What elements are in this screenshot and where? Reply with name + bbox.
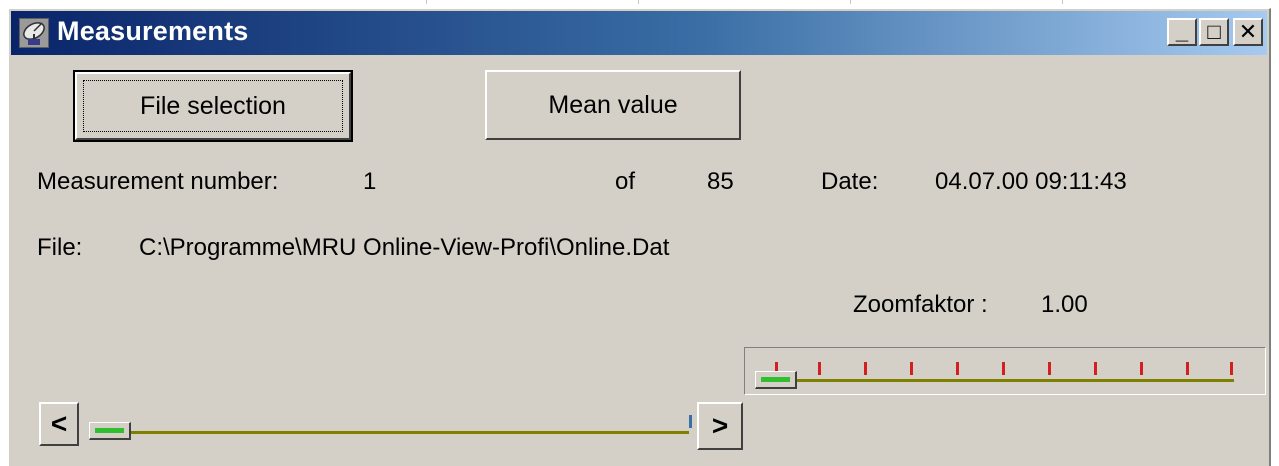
zoom-tick — [1048, 362, 1051, 375]
measurement-slider[interactable] — [85, 413, 697, 443]
date-label: Date: — [821, 168, 879, 195]
measurements-window: Measurements _ □ ✕ File selection Mean v… — [8, 8, 1271, 466]
zoom-tick — [1094, 362, 1097, 375]
zoom-factor-label: Zoomfaktor : — [853, 291, 988, 318]
chevron-left-icon: < — [50, 408, 68, 439]
background-tick — [426, 0, 427, 4]
zoom-tick — [910, 362, 913, 375]
title-bar[interactable]: Measurements _ □ ✕ — [11, 11, 1267, 55]
measurement-number-label: Measurement number: — [37, 168, 279, 195]
measurement-slider-track — [93, 431, 689, 434]
zoom-factor-value: 1.00 — [1041, 291, 1088, 318]
zoom-slider-thumb-grip — [761, 377, 790, 382]
maximize-button[interactable]: □ — [1199, 18, 1229, 46]
chevron-right-icon: > — [711, 410, 729, 441]
zoom-tick — [864, 362, 867, 375]
background-tick — [638, 0, 639, 4]
file-selection-button[interactable]: File selection — [73, 70, 353, 142]
zoom-slider[interactable] — [744, 347, 1266, 395]
file-path-value: C:\Programme\MRU Online-View-Profi\Onlin… — [139, 234, 670, 261]
zoom-slider-thumb[interactable] — [755, 371, 797, 389]
previous-measurement-button[interactable]: < — [39, 402, 79, 446]
mean-value-button[interactable]: Mean value — [485, 70, 741, 140]
measurement-number-value: 1 — [363, 168, 377, 195]
zoom-tick — [1186, 362, 1189, 375]
close-button[interactable]: ✕ — [1233, 18, 1263, 46]
close-icon: ✕ — [1238, 19, 1258, 44]
background-tick — [850, 0, 851, 4]
of-label: of — [615, 168, 636, 195]
zoom-tick — [1140, 362, 1143, 375]
focus-rectangle — [83, 80, 343, 132]
measurement-slider-thumb-grip — [95, 428, 124, 433]
minimize-button[interactable]: _ — [1167, 18, 1197, 46]
measurement-slider-end-marker — [689, 415, 692, 428]
minimize-icon: _ — [1175, 19, 1189, 44]
measurement-total-value: 85 — [707, 168, 734, 195]
zoom-slider-track — [759, 379, 1234, 382]
zoom-tick — [1002, 362, 1005, 375]
maximize-icon: □ — [1207, 19, 1221, 44]
zoom-tick — [1230, 362, 1233, 375]
measurement-slider-thumb[interactable] — [89, 422, 131, 440]
date-value: 04.07.00 09:11:43 — [935, 168, 1127, 195]
file-label: File: — [37, 234, 83, 261]
zoom-tick — [818, 362, 821, 375]
mean-value-label: Mean value — [548, 90, 678, 119]
satellite-dish-icon[interactable] — [19, 18, 49, 48]
next-measurement-button[interactable]: > — [697, 402, 743, 450]
background-tick — [1062, 0, 1063, 4]
zoom-tick — [956, 362, 959, 375]
window-title: Measurements — [57, 16, 249, 46]
